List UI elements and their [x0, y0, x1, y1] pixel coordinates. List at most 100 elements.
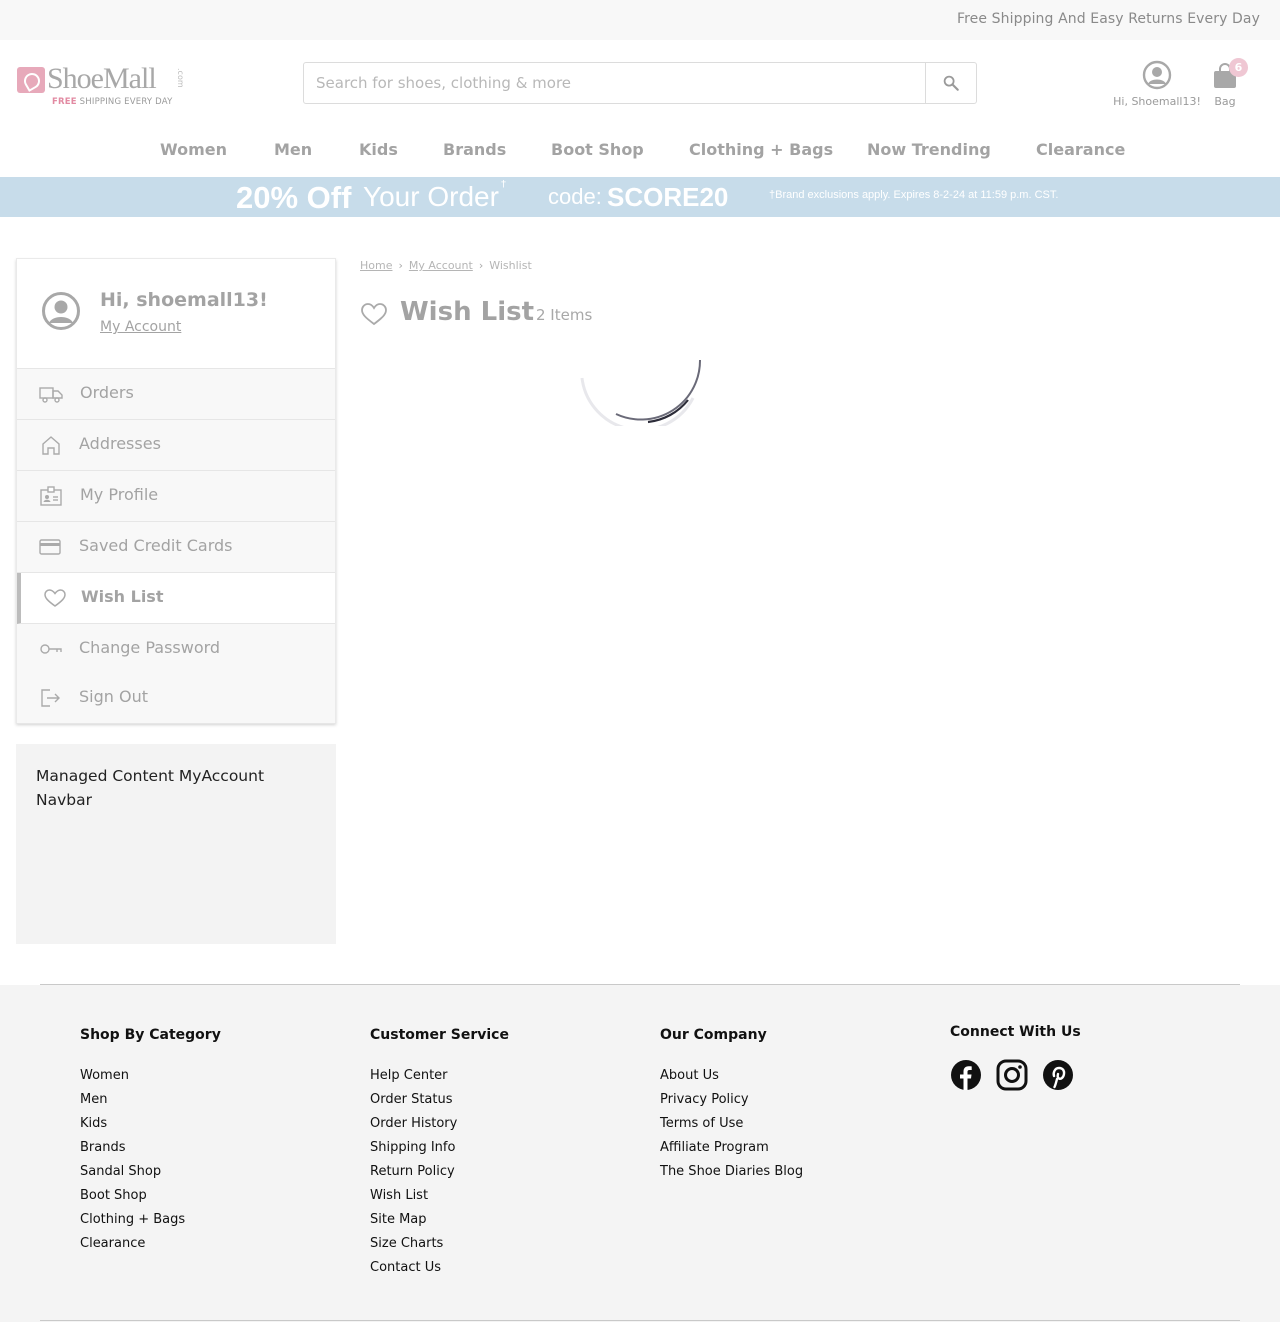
footer-link[interactable]: Terms of Use — [660, 1112, 803, 1136]
footer-link[interactable]: Order History — [370, 1112, 509, 1136]
footer-link[interactable]: Wish List — [370, 1184, 509, 1208]
sidebar-item-label: Saved Credit Cards — [79, 536, 233, 555]
footer-link[interactable]: Clothing + Bags — [80, 1208, 221, 1232]
footer-link[interactable]: Return Policy — [370, 1160, 509, 1184]
nav-brands[interactable]: Brands — [443, 140, 506, 159]
loading-spinner-icon — [580, 359, 702, 426]
breadcrumb: Home › My Account › Wishlist — [360, 259, 532, 272]
nav-kids[interactable]: Kids — [359, 140, 398, 159]
facebook-icon[interactable] — [950, 1059, 982, 1091]
sidebar-header: Hi, shoemall13! My Account — [17, 259, 335, 369]
account-button[interactable]: Hi, Shoemall13! — [1108, 60, 1208, 110]
id-card-icon — [40, 486, 62, 506]
bag-button[interactable]: 6 Bag — [1208, 58, 1248, 110]
footer-link[interactable]: Sandal Shop — [80, 1160, 221, 1184]
promo-dagger: † — [501, 179, 506, 190]
bag-count-badge: 6 — [1229, 58, 1248, 77]
logo-com: .com — [176, 68, 185, 88]
promo-fine-print: †Brand exclusions apply. Expires 8-2-24 … — [769, 189, 1059, 201]
heart-icon — [44, 589, 66, 607]
footer-link[interactable]: Women — [80, 1064, 221, 1088]
chevron-right-icon: › — [478, 259, 484, 272]
footer-bottom-divider — [40, 1320, 1240, 1321]
account-label: Hi, Shoemall13! — [1113, 95, 1201, 108]
credit-card-icon — [39, 539, 61, 555]
footer-heading: Shop By Category — [80, 1027, 221, 1043]
footer-link[interactable]: Boot Shop — [80, 1184, 221, 1208]
footer-link[interactable]: Help Center — [370, 1064, 509, 1088]
key-icon — [40, 644, 62, 654]
user-circle-icon — [1142, 60, 1172, 90]
sidebar-item-label: Wish List — [81, 587, 164, 606]
footer-company-column: Our Company About Us Privacy Policy Term… — [660, 1027, 803, 1184]
footer-heading: Customer Service — [370, 1027, 509, 1043]
sidebar-greeting: Hi, shoemall13! — [100, 289, 268, 311]
sign-out-icon — [41, 689, 60, 707]
footer-heading: Connect With Us — [950, 1024, 1081, 1040]
nav-women[interactable]: Women — [160, 140, 227, 159]
sidebar-item-label: My Profile — [80, 485, 159, 504]
user-circle-icon — [42, 292, 80, 330]
promo-text: Your Order — [363, 181, 499, 212]
truck-icon — [39, 387, 63, 403]
sidebar-item-orders[interactable]: Orders — [17, 369, 335, 420]
top-banner: Free Shipping And Easy Returns Every Day — [0, 0, 1280, 40]
nav-boot-shop[interactable]: Boot Shop — [551, 140, 644, 159]
nav-clothing-bags[interactable]: Clothing + Bags — [689, 140, 833, 159]
bag-label: Bag — [1214, 95, 1236, 108]
sidebar-item-label: Change Password — [79, 638, 221, 657]
page-title: Wish List — [400, 297, 535, 327]
managed-content-block: Managed Content MyAccount Navbar — [16, 744, 336, 944]
footer-service-column: Customer Service Help Center Order Statu… — [370, 1027, 509, 1280]
search-bar — [303, 62, 977, 104]
footer-heading: Our Company — [660, 1027, 767, 1043]
sidebar-item-change-password[interactable]: Change Password — [17, 624, 335, 675]
footer-connect-column: Connect With Us — [950, 1024, 1081, 1061]
footer-link[interactable]: Shipping Info — [370, 1136, 509, 1160]
instagram-icon[interactable] — [996, 1059, 1028, 1091]
sidebar-item-addresses[interactable]: Addresses — [17, 420, 335, 471]
footer-link[interactable]: The Shoe Diaries Blog — [660, 1160, 803, 1184]
sidebar-item-sign-out[interactable]: Sign Out — [17, 673, 335, 724]
footer: Shop By Category Women Men Kids Brands S… — [0, 985, 1280, 1322]
my-account-link[interactable]: My Account — [100, 319, 181, 335]
pinterest-icon[interactable] — [1042, 1059, 1074, 1091]
breadcrumb-current: Wishlist — [489, 259, 532, 272]
footer-link[interactable]: Order Status — [370, 1088, 509, 1112]
footer-link[interactable]: Men — [80, 1088, 221, 1112]
promo-banner[interactable]: 20% Off Your Order † code: SCORE20 †Bran… — [0, 177, 1280, 217]
footer-link[interactable]: Size Charts — [370, 1232, 509, 1256]
sidebar-item-saved-credit-cards[interactable]: Saved Credit Cards — [17, 522, 335, 573]
sidebar-item-label: Addresses — [79, 434, 161, 453]
footer-link[interactable]: Kids — [80, 1112, 221, 1136]
logo[interactable]: ShoeMall .com FREE SHIPPING EVERY DAY — [17, 62, 187, 110]
main-nav: Women Men Kids Brands Boot Shop Clothing… — [0, 140, 1280, 170]
search-input[interactable] — [304, 63, 926, 103]
footer-link[interactable]: About Us — [660, 1064, 803, 1088]
sidebar-item-wish-list[interactable]: Wish List — [17, 573, 335, 624]
logo-tagline: FREE SHIPPING EVERY DAY — [52, 97, 173, 107]
footer-link[interactable]: Contact Us — [370, 1256, 509, 1280]
shipping-message: Free Shipping And Easy Returns Every Day — [956, 11, 1260, 27]
heart-icon — [361, 303, 387, 326]
breadcrumb-my-account[interactable]: My Account — [409, 259, 473, 272]
search-button[interactable] — [925, 63, 976, 103]
nav-now-trending[interactable]: Now Trending — [867, 140, 991, 159]
sidebar-item-label: Orders — [80, 383, 134, 402]
logo-mark-icon — [17, 67, 45, 93]
logo-text: ShoeMall — [47, 62, 157, 95]
footer-link[interactable]: Privacy Policy — [660, 1088, 803, 1112]
footer-link[interactable]: Affiliate Program — [660, 1136, 803, 1160]
footer-shop-column: Shop By Category Women Men Kids Brands S… — [80, 1027, 221, 1256]
footer-link[interactable]: Site Map — [370, 1208, 509, 1232]
footer-link[interactable]: Brands — [80, 1136, 221, 1160]
nav-clearance[interactable]: Clearance — [1036, 140, 1125, 159]
sidebar-item-my-profile[interactable]: My Profile — [17, 471, 335, 522]
search-icon — [943, 75, 959, 91]
footer-link[interactable]: Clearance — [80, 1232, 221, 1256]
nav-men[interactable]: Men — [274, 140, 312, 159]
promo-code-label: code: — [548, 184, 602, 209]
chevron-right-icon: › — [398, 259, 403, 272]
breadcrumb-home[interactable]: Home — [360, 259, 392, 272]
account-sidebar: Hi, shoemall13! My Account Orders Addres… — [16, 258, 336, 724]
